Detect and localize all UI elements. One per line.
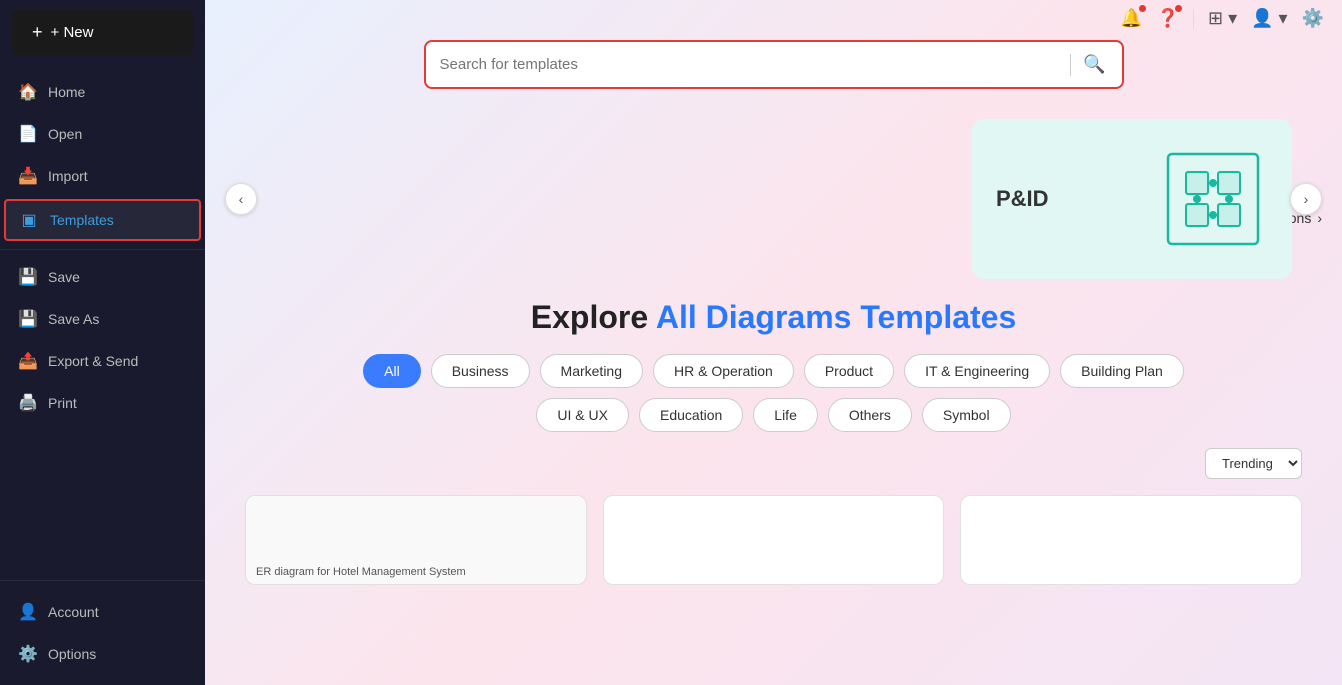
sidebar-item-export-send[interactable]: 📤 Export & Send: [0, 340, 205, 382]
gear-icon: ⚙️: [18, 644, 36, 664]
tag-ui-ux[interactable]: UI & UX: [536, 398, 629, 432]
sidebar-item-save-as[interactable]: 💾 Save As: [0, 298, 205, 340]
pid-icon-area: [1158, 144, 1268, 254]
new-button[interactable]: + + New: [12, 10, 193, 55]
tag-marketing[interactable]: Marketing: [540, 354, 643, 388]
plus-icon: +: [32, 22, 43, 43]
home-icon: 🏠: [18, 82, 36, 102]
search-divider: [1070, 54, 1071, 76]
tag-business[interactable]: Business: [431, 354, 530, 388]
sidebar-item-import-label: Import: [48, 168, 88, 184]
tag-symbol[interactable]: Symbol: [922, 398, 1011, 432]
explore-title: Explore All Diagrams Templates: [245, 299, 1302, 336]
pid-card-label: P&ID: [996, 186, 1049, 212]
import-icon: 📥: [18, 166, 36, 186]
template-card-2[interactable]: [960, 495, 1302, 585]
sidebar-nav: 🏠 Home 📄 Open 📥 Import ▣ Templates 💾 Sav…: [0, 65, 205, 580]
sidebar-item-home-label: Home: [48, 84, 85, 100]
sidebar-item-import[interactable]: 📥 Import: [0, 155, 205, 197]
sidebar-item-options[interactable]: ⚙️ Options: [0, 633, 205, 675]
sidebar-item-open-label: Open: [48, 126, 82, 142]
bell-icon[interactable]: 🔔: [1120, 8, 1142, 29]
sidebar-item-save-label: Save: [48, 269, 80, 285]
tag-it-engineering[interactable]: IT & Engineering: [904, 354, 1050, 388]
sidebar-item-account-label: Account: [48, 604, 99, 620]
sidebar-item-open[interactable]: 📄 Open: [0, 113, 205, 155]
print-icon: 🖨️: [18, 393, 36, 413]
search-button[interactable]: 🔍: [1081, 52, 1107, 77]
bell-notification-dot: [1139, 5, 1146, 12]
templates-icon: ▣: [20, 210, 38, 230]
explore-title-plain: Explore: [531, 299, 656, 335]
search-input[interactable]: [440, 46, 1061, 83]
tag-life[interactable]: Life: [753, 398, 818, 432]
new-button-label: + New: [51, 24, 94, 41]
sidebar-item-save-as-label: Save As: [48, 311, 99, 327]
sort-row: Trending Newest Popular: [205, 442, 1342, 483]
sort-dropdown[interactable]: Trending Newest Popular: [1205, 448, 1302, 479]
tag-others[interactable]: Others: [828, 398, 912, 432]
topbar-separator-1: [1193, 9, 1194, 29]
file-icon: 📄: [18, 124, 36, 144]
sidebar-item-print-label: Print: [48, 395, 77, 411]
tag-all[interactable]: All: [363, 354, 421, 388]
template-cards-row: ER diagram for Hotel Management System: [205, 483, 1342, 585]
tag-product[interactable]: Product: [804, 354, 894, 388]
sidebar-bottom: 👤 Account ⚙️ Options: [0, 580, 205, 685]
search-bar: 🔍: [424, 40, 1124, 89]
template-card-1[interactable]: [603, 495, 945, 585]
carousel-next-button[interactable]: ›: [1290, 183, 1322, 215]
main-content: 🔔 ❓ ⊞ ▾ 👤 ▾ ⚙️ 🔍 All Collections › ‹ P&I…: [205, 0, 1342, 685]
carousel-prev-button[interactable]: ‹: [225, 183, 257, 215]
save-as-icon: 💾: [18, 309, 36, 329]
settings-icon[interactable]: ⚙️: [1302, 8, 1324, 29]
template-card-0-label: ER diagram for Hotel Management System: [256, 566, 466, 578]
sidebar: + + New 🏠 Home 📄 Open 📥 Import ▣ Templat…: [0, 0, 205, 685]
tag-building-plan[interactable]: Building Plan: [1060, 354, 1184, 388]
pid-card[interactable]: P&ID: [972, 119, 1292, 279]
help-icon[interactable]: ❓: [1157, 8, 1179, 29]
filter-tags-row2: UI & UX Education Life Others Symbol: [245, 398, 1302, 432]
sidebar-item-home[interactable]: 🏠 Home: [0, 71, 205, 113]
tag-hr-operation[interactable]: HR & Operation: [653, 354, 794, 388]
apps-icon[interactable]: ⊞ ▾: [1208, 8, 1237, 29]
save-icon: 💾: [18, 267, 36, 287]
account-icon: 👤: [18, 602, 36, 622]
sidebar-item-export-send-label: Export & Send: [48, 353, 138, 369]
sidebar-item-options-label: Options: [48, 646, 96, 662]
carousel-area: ‹ P&ID: [205, 109, 1342, 289]
sidebar-item-templates[interactable]: ▣ Templates: [4, 199, 201, 241]
sidebar-item-account[interactable]: 👤 Account: [0, 591, 205, 633]
explore-section: Explore All Diagrams Templates All Busin…: [205, 289, 1342, 442]
sidebar-item-templates-label: Templates: [50, 212, 114, 228]
pid-diagram-icon: [1158, 144, 1268, 254]
sidebar-item-save[interactable]: 💾 Save: [0, 256, 205, 298]
user-icon[interactable]: 👤 ▾: [1251, 8, 1287, 29]
template-card-0[interactable]: ER diagram for Hotel Management System: [245, 495, 587, 585]
topbar-icons: 🔔 ❓ ⊞ ▾ 👤 ▾ ⚙️: [1102, 0, 1342, 37]
help-notification-dot: [1175, 5, 1182, 12]
filter-tags-row1: All Business Marketing HR & Operation Pr…: [245, 354, 1302, 388]
nav-divider-1: [0, 249, 205, 250]
sidebar-item-print[interactable]: 🖨️ Print: [0, 382, 205, 424]
export-icon: 📤: [18, 351, 36, 371]
explore-title-highlight: All Diagrams Templates: [656, 299, 1016, 335]
tag-education[interactable]: Education: [639, 398, 743, 432]
